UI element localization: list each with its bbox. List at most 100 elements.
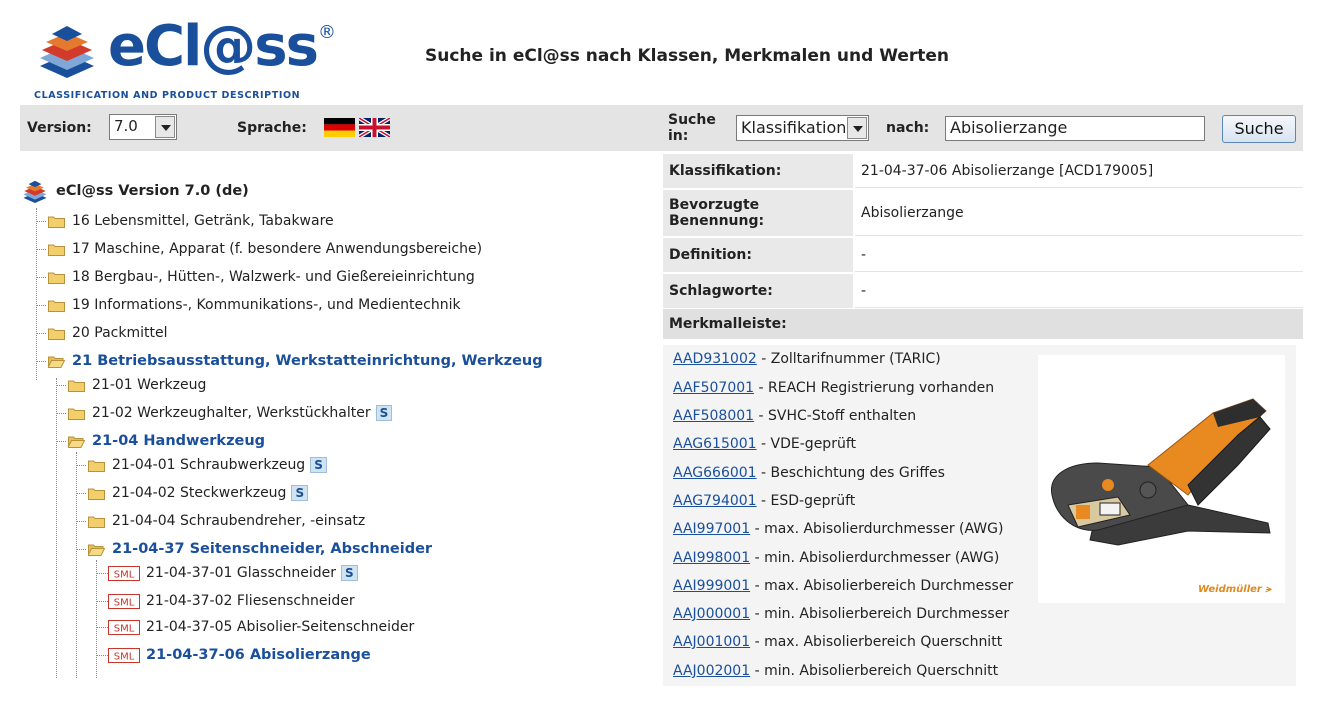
logo-stack-icon <box>40 26 94 78</box>
property-link[interactable]: AAI999001 <box>673 578 750 594</box>
property-link[interactable]: AAJ002001 <box>673 663 750 679</box>
list-item: AAI997001 - max. Abisolierdurchmesser (A… <box>673 521 1004 537</box>
sml-icon: SML <box>108 647 140 663</box>
tree-item-21-04-37-02[interactable]: SML 21-04-37-02 Fliesenschneider <box>96 590 355 612</box>
svg-text:SML: SML <box>114 651 135 662</box>
tree-item-label: 19 Informations-, Kommunikations-, und M… <box>72 297 461 313</box>
tree-item-21-04-01[interactable]: 21-04-01 Schraubwerkzeug S <box>76 454 327 476</box>
tree-item-label: 21-04-37-01 Glasschneider <box>146 565 336 581</box>
tree-item-label-selected: 21-04-37-06 Abisolierzange <box>146 647 371 663</box>
property-link[interactable]: AAI997001 <box>673 521 750 537</box>
search-input[interactable]: Abisolierzange <box>945 116 1205 141</box>
standard-badge[interactable]: S <box>310 457 327 473</box>
tree-item-label: 21-04-04 Schraubendreher, -einsatz <box>112 513 366 529</box>
tree-item-21-04-37-01[interactable]: SML 21-04-37-01 Glasschneider S <box>96 562 358 584</box>
tree-item-20[interactable]: 20 Packmittel <box>36 322 167 344</box>
wire-stripper-image <box>1051 398 1271 546</box>
eclass-logo[interactable]: eCl@ss ® CLASSIFICATION AND PRODUCT DESC… <box>32 14 342 104</box>
tree-item-19[interactable]: 19 Informations-, Kommunikations-, und M… <box>36 294 461 316</box>
tree-item-17[interactable]: 17 Maschine, Apparat (f. besondere Anwen… <box>36 238 482 260</box>
svg-text:SML: SML <box>114 597 135 608</box>
sml-icon: SML <box>108 593 140 609</box>
merkmal-list: AAD931002 - Zolltarifnummer (TARIC) AAF5… <box>663 345 1296 686</box>
tree-item-21-04[interactable]: 21-04 Handwerkzeug <box>56 430 265 452</box>
chevron-down-icon[interactable] <box>155 116 175 138</box>
folder-icon <box>48 215 65 228</box>
search-button[interactable]: Suche <box>1222 115 1296 143</box>
definition-label: Definition: <box>663 238 853 272</box>
tree-item-21-01[interactable]: 21-01 Werkzeug <box>56 374 206 396</box>
keywords-label: Schlagworte: <box>663 274 853 308</box>
tree-item-label: 20 Packmittel <box>72 325 168 341</box>
property-link[interactable]: AAG615001 <box>673 436 757 452</box>
definition-row: Definition: - <box>663 238 1303 272</box>
folder-icon <box>68 407 85 420</box>
search-scope-select[interactable]: Klassifikation <box>736 115 869 141</box>
sml-icon: SML <box>108 565 140 581</box>
tree-item-21-04-37[interactable]: 21-04-37 Seitenschneider, Abschneider <box>76 538 432 560</box>
classification-value: 21-04-37-06 Abisolierzange [ACD179005] <box>855 154 1303 188</box>
property-link[interactable]: AAG666001 <box>673 465 757 481</box>
list-item: AAD931002 - Zolltarifnummer (TARIC) <box>673 351 941 367</box>
list-item: AAJ000001 - min. Abisolierbereich Durchm… <box>673 606 1010 622</box>
standard-badge[interactable]: S <box>340 565 358 581</box>
property-link[interactable]: AAI998001 <box>673 550 750 566</box>
list-item: AAG615001 - VDE-geprüft <box>673 436 856 452</box>
tree-item-21-04-37-05[interactable]: SML 21-04-37-05 Abisolier-Seitenschneide… <box>96 616 414 638</box>
tree-item-label: 21-04-37-02 Fliesenschneider <box>146 593 355 609</box>
tree-item-label: 16 Lebensmittel, Getränk, Tabakware <box>72 213 334 229</box>
property-link[interactable]: AAD931002 <box>673 351 757 367</box>
property-link[interactable]: AAG794001 <box>673 493 757 509</box>
search-scope-value: Klassifikation <box>741 118 847 137</box>
tree-item-label: 21-04-37 Seitenschneider, Abschneider <box>112 541 433 557</box>
tree-item-21-04-04[interactable]: 21-04-04 Schraubendreher, -einsatz <box>76 510 365 532</box>
standard-badge[interactable]: S <box>375 405 393 421</box>
brand-logo: Weidmüller ⪫ <box>1198 584 1271 595</box>
keywords-row: Schlagworte: - <box>663 274 1303 308</box>
merkmalleiste-header: Merkmalleiste: <box>663 309 1303 339</box>
tree-root-label: eCl@ss Version 7.0 (de) <box>56 183 249 199</box>
tree-item-21-04-02[interactable]: 21-04-02 Steckwerkzeug S <box>76 482 309 504</box>
tree-item-label: 21-04-01 Schraubwerkzeug <box>112 457 306 473</box>
tree-item-18[interactable]: 18 Bergbau-, Hütten-, Walzwerk- und Gieß… <box>36 266 475 288</box>
chevron-down-icon[interactable] <box>847 117 867 139</box>
folder-icon <box>88 459 105 472</box>
tree-item-label: 18 Bergbau-, Hütten-, Walzwerk- und Gieß… <box>72 269 475 285</box>
tree-item-21[interactable]: 21 Betriebsausstattung, Werkstatteinrich… <box>36 350 543 372</box>
tree-item-label: 21-04 Handwerkzeug <box>92 433 266 449</box>
tree-item-16[interactable]: 16 Lebensmittel, Getränk, Tabakware <box>36 210 334 232</box>
tree-item-21-04-37-06[interactable]: SML 21-04-37-06 Abisolierzange <box>96 644 371 666</box>
logo-text: eCl@ss <box>108 14 319 79</box>
tree-item-21-02[interactable]: 21-02 Werkzeughalter, Werkstückhalter S <box>56 402 393 424</box>
keywords-value: - <box>855 274 1303 308</box>
property-link[interactable]: AAJ001001 <box>673 634 750 650</box>
tree-item-label: 21-04-02 Steckwerkzeug <box>112 485 287 501</box>
list-item: AAG666001 - Beschichtung des Griffes <box>673 465 945 481</box>
property-link[interactable]: AAF507001 <box>673 380 754 396</box>
property-link[interactable]: AAJ000001 <box>673 606 750 622</box>
list-item: AAI998001 - min. Abisolierdurchmesser (A… <box>673 550 1000 566</box>
list-item: AAJ002001 - min. Abisolierbereich Quersc… <box>673 663 999 679</box>
search-for-label: nach: <box>886 120 930 136</box>
folder-icon <box>68 379 85 392</box>
folder-open-icon <box>68 435 85 448</box>
version-select[interactable]: 7.0 <box>109 114 177 140</box>
preferred-name-label: Bevorzugte Benennung: <box>663 190 853 236</box>
list-item: AAG794001 - ESD-geprüft <box>673 493 856 509</box>
folder-icon <box>48 271 65 284</box>
search-toolbar: Version: 7.0 Sprache: Suche in: Klassifi… <box>20 105 1303 151</box>
property-link[interactable]: AAF508001 <box>673 408 754 424</box>
preferred-name-value: Abisolierzange <box>855 190 1303 236</box>
folder-icon <box>48 299 65 312</box>
logo-tagline: CLASSIFICATION AND PRODUCT DESCRIPTION <box>34 90 301 101</box>
svg-text:SML: SML <box>114 623 135 634</box>
tree-item-label: 21 Betriebsausstattung, Werkstatteinrich… <box>72 353 543 369</box>
standard-badge[interactable]: S <box>291 485 309 501</box>
svg-text:SML: SML <box>114 569 135 580</box>
uk-flag-icon[interactable] <box>359 118 390 137</box>
list-item: AAF507001 - REACH Registrierung vorhande… <box>673 380 995 396</box>
list-item: AAI999001 - max. Abisolierbereich Durchm… <box>673 578 1014 594</box>
tree-root[interactable]: eCl@ss Version 7.0 (de) <box>20 180 249 203</box>
german-flag-icon[interactable] <box>324 118 355 137</box>
tree-item-label: 21-04-37-05 Abisolier-Seitenschneider <box>146 619 415 635</box>
